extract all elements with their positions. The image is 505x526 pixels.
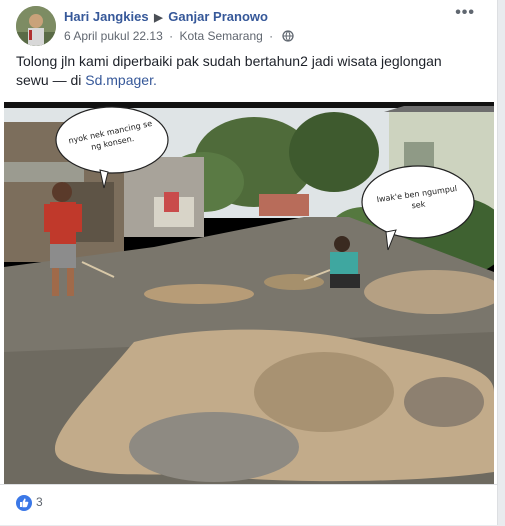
tagged-location-link[interactable]: Sd.mpager. xyxy=(85,72,157,88)
post-timestamp[interactable]: 6 April pukul 22.13 xyxy=(64,29,163,43)
thumbs-up-icon[interactable] xyxy=(16,495,32,511)
post-meta: 6 April pukul 22.13 · Kota Semarang · xyxy=(64,29,294,45)
shared-to-arrow-icon: ▶ xyxy=(154,12,163,24)
author-avatar[interactable] xyxy=(16,6,56,46)
more-options-icon[interactable]: ••• xyxy=(455,4,475,22)
post-photo[interactable]: nyok nek mancing seng konsen. Iwak'e ben… xyxy=(4,102,494,484)
post-text: Tolong jln kami diperbaiki pak sudah ber… xyxy=(16,52,456,90)
meta-separator: · xyxy=(269,29,274,43)
post-text-body: Tolong jln kami diperbaiki pak sudah ber… xyxy=(16,53,442,88)
road-scene-image: nyok nek mancing seng konsen. Iwak'e ben… xyxy=(4,102,494,484)
author-line: Hari Jangkies ▶ Ganjar Pranowo xyxy=(64,9,268,24)
post-location[interactable]: Kota Semarang xyxy=(179,29,262,43)
reaction-count[interactable]: 3 xyxy=(36,495,43,509)
target-name[interactable]: Ganjar Pranowo xyxy=(168,9,268,24)
post-header: Hari Jangkies ▶ Ganjar Pranowo 6 April p… xyxy=(16,4,487,50)
post-footer: 3 xyxy=(0,484,497,526)
globe-icon[interactable] xyxy=(281,30,294,45)
facebook-post: Hari Jangkies ▶ Ganjar Pranowo 6 April p… xyxy=(0,0,498,525)
author-name[interactable]: Hari Jangkies xyxy=(64,9,149,24)
meta-separator: · xyxy=(169,29,174,43)
